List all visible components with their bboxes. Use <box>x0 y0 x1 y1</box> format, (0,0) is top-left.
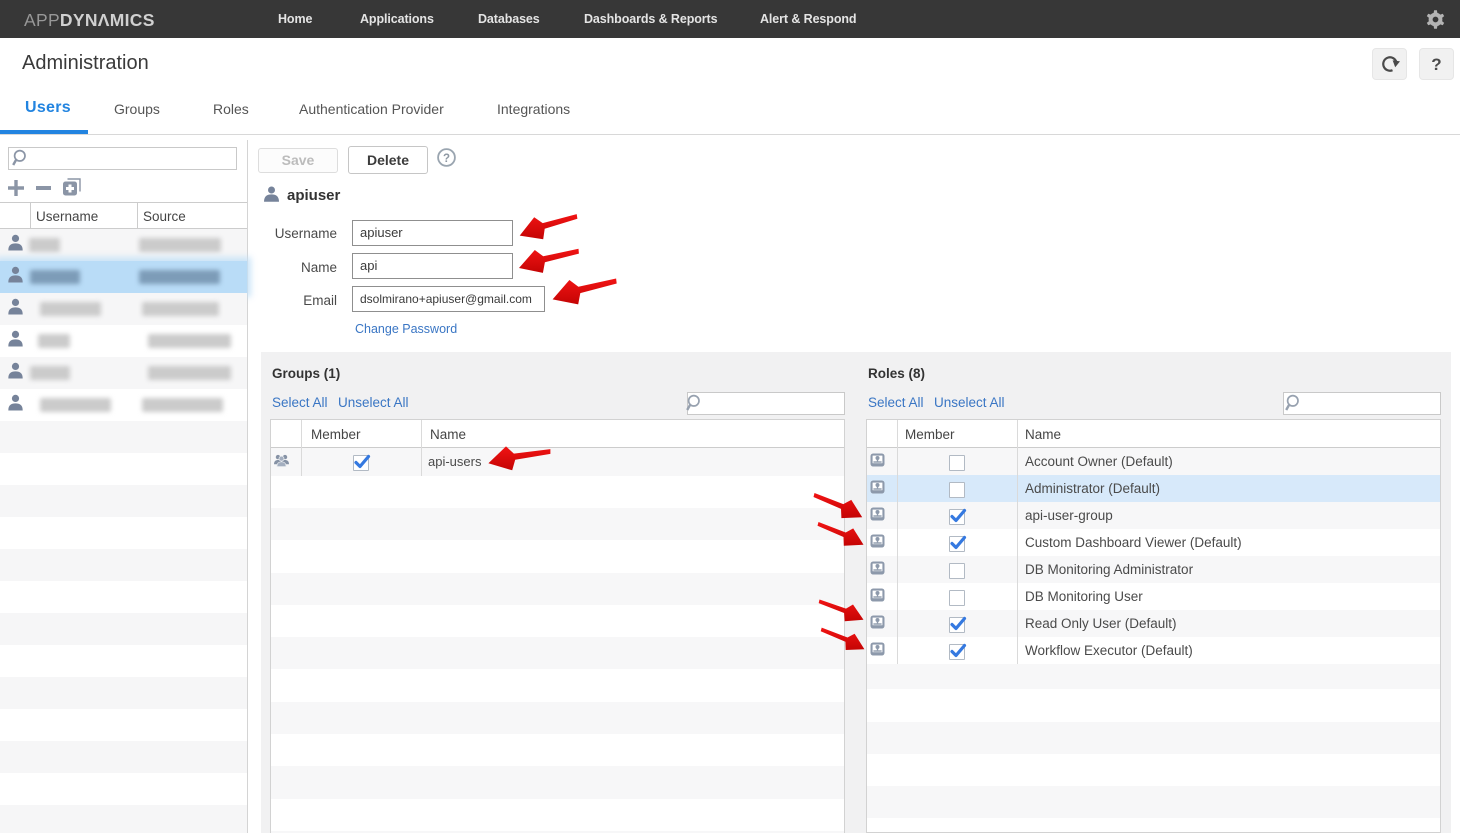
svg-text:?: ? <box>443 153 450 165</box>
